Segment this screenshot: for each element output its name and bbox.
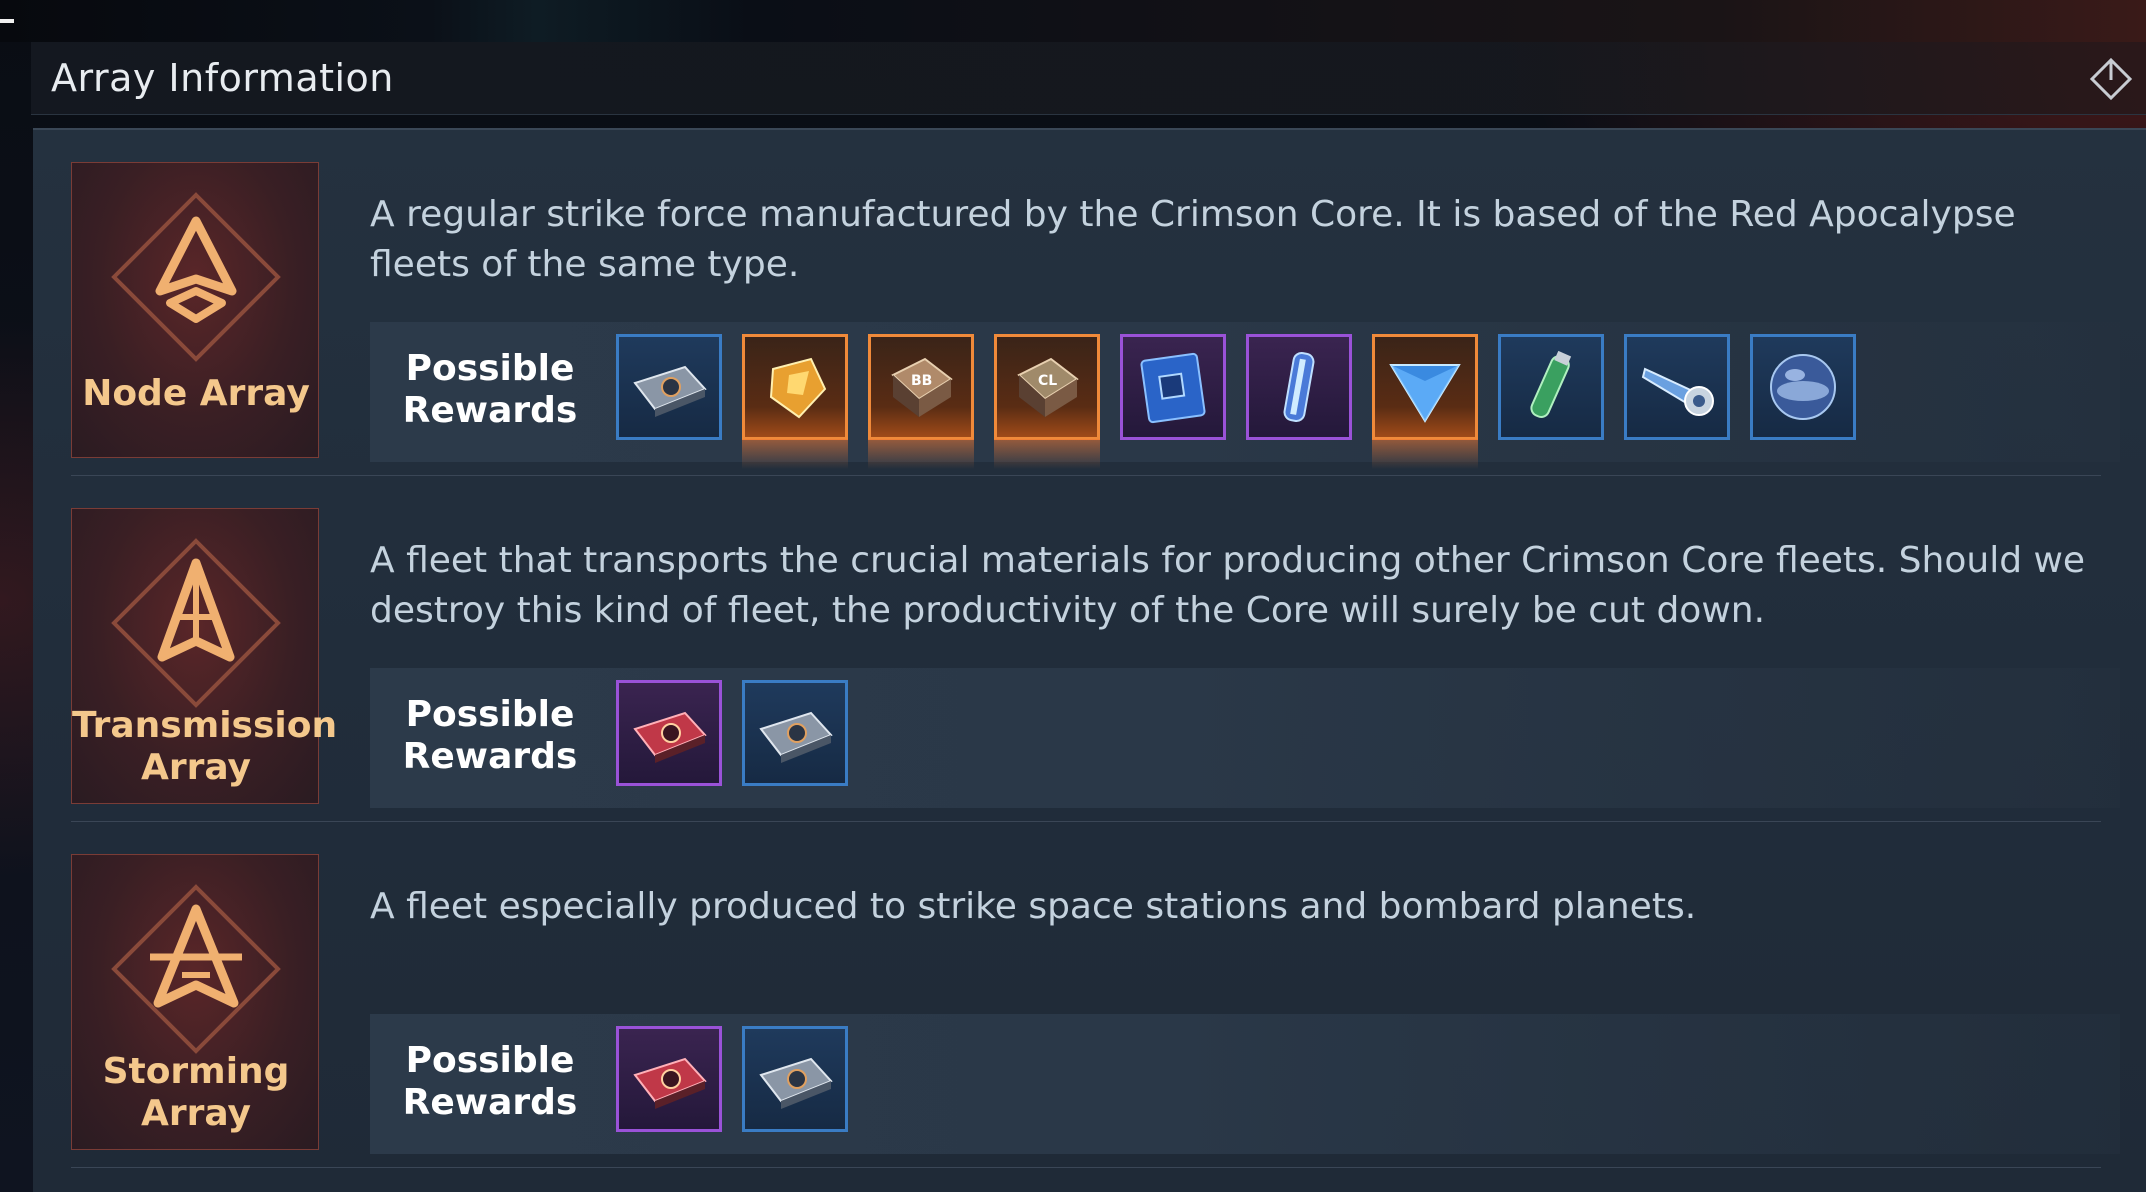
energy-capsule-icon bbox=[1283, 352, 1315, 422]
array-name: Storming Array bbox=[102, 1051, 290, 1134]
blueprint-chip-icon bbox=[633, 365, 707, 417]
blue-prism-icon bbox=[1389, 364, 1461, 423]
bb-module-icon: BB bbox=[891, 357, 953, 417]
array-row-node: Node Array A regular strike force manufa… bbox=[33, 130, 2146, 476]
blueprint-chip-icon bbox=[759, 711, 833, 763]
blue-circuit-card-icon bbox=[1140, 352, 1206, 424]
reward-item[interactable]: CL bbox=[994, 334, 1100, 469]
array-list-panel: Node Array A regular strike force manufa… bbox=[33, 128, 2146, 1192]
node-array-emblem-icon bbox=[111, 192, 281, 362]
rewards-items bbox=[616, 680, 848, 792]
storming-array-emblem-icon bbox=[111, 884, 281, 1054]
transmission-array-emblem-icon bbox=[111, 538, 281, 708]
blueprint-chip-icon bbox=[759, 1057, 833, 1109]
reward-item[interactable]: BB bbox=[868, 334, 974, 469]
reward-item[interactable] bbox=[616, 334, 722, 440]
reward-item[interactable] bbox=[1372, 334, 1478, 469]
collapse-toggle-icon[interactable] bbox=[2086, 56, 2136, 102]
reward-item[interactable] bbox=[616, 1026, 722, 1132]
array-row-storming: Storming Array A fleet especially produc… bbox=[33, 822, 2146, 1168]
rewards-label: Possible Rewards bbox=[402, 1040, 578, 1123]
array-description: A fleet especially produced to strike sp… bbox=[370, 886, 1697, 927]
red-blueprint-chip-icon bbox=[633, 711, 707, 763]
svg-text:CL: CL bbox=[1038, 373, 1057, 389]
header-bar: Array Information bbox=[31, 42, 2146, 115]
row-divider bbox=[71, 1167, 2101, 1168]
reward-item[interactable] bbox=[1246, 334, 1352, 440]
top-strip bbox=[0, 0, 2146, 42]
reward-item[interactable] bbox=[742, 1026, 848, 1132]
svg-text:BB: BB bbox=[911, 373, 932, 389]
green-vial-icon bbox=[1530, 350, 1572, 418]
reward-item[interactable] bbox=[742, 334, 848, 469]
array-description: A fleet that transports the crucial mate… bbox=[370, 540, 2086, 631]
array-badge: Node Array bbox=[71, 162, 319, 458]
reward-item[interactable] bbox=[1750, 334, 1856, 440]
array-description: A regular strike force manufactured by t… bbox=[370, 194, 2016, 285]
rewards-bar: Possible Rewards bbox=[370, 668, 2120, 808]
reward-item[interactable] bbox=[616, 680, 722, 786]
ion-cannon-icon bbox=[1641, 367, 1714, 416]
reward-item[interactable] bbox=[1624, 334, 1730, 440]
planet-sphere-icon bbox=[1770, 354, 1836, 420]
array-badge: Storming Array bbox=[71, 854, 319, 1150]
gold-crystal-icon bbox=[769, 357, 827, 419]
rewards-label: Possible Rewards bbox=[402, 348, 578, 431]
rewards-bar: Possible Rewards bbox=[370, 322, 2120, 469]
red-blueprint-chip-icon bbox=[633, 1057, 707, 1109]
array-name: Node Array bbox=[82, 373, 310, 414]
corner-mark bbox=[0, 19, 14, 23]
reward-item[interactable] bbox=[1498, 334, 1604, 440]
rewards-label: Possible Rewards bbox=[402, 694, 578, 777]
cl-module-icon: CL bbox=[1017, 357, 1079, 417]
array-badge: Transmission Array bbox=[71, 508, 338, 804]
rewards-items bbox=[616, 1026, 848, 1138]
rewards-bar: Possible Rewards bbox=[370, 1014, 2120, 1154]
rewards-items: BB CL bbox=[616, 334, 1856, 469]
reward-item[interactable] bbox=[1120, 334, 1226, 440]
page-title: Array Information bbox=[51, 56, 394, 100]
array-row-transmission: Transmission Array A fleet that transpor… bbox=[33, 476, 2146, 822]
reward-item[interactable] bbox=[742, 680, 848, 786]
array-name: Transmission Array bbox=[72, 705, 338, 788]
